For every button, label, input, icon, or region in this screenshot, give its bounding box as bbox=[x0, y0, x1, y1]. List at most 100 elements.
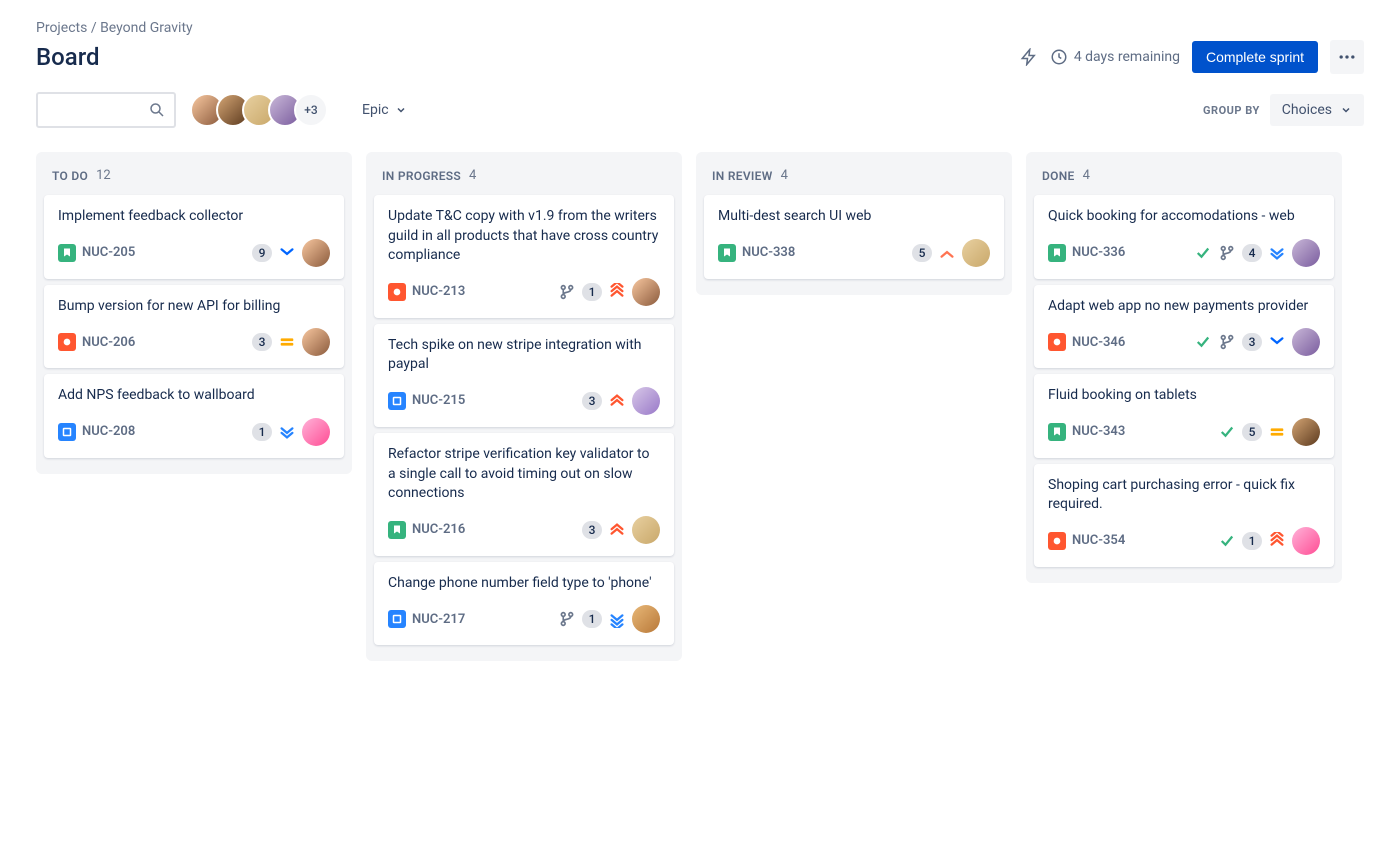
issue-card[interactable]: Refactor stripe verification key validat… bbox=[374, 433, 674, 556]
estimate-badge: 9 bbox=[252, 244, 272, 262]
assignee-avatar[interactable] bbox=[632, 278, 660, 306]
card-title: Multi-dest search UI web bbox=[718, 207, 990, 227]
issue-card[interactable]: Multi-dest search UI web NUC-338 5 bbox=[704, 195, 1004, 279]
issue-type-icon bbox=[388, 392, 406, 410]
column-count: 12 bbox=[96, 168, 111, 183]
issue-key: NUC-208 bbox=[82, 424, 135, 439]
issue-type-icon bbox=[1048, 333, 1066, 351]
priority-icon bbox=[1268, 423, 1286, 441]
card-title: Tech spike on new stripe integration wit… bbox=[388, 336, 660, 375]
assignee-avatar[interactable] bbox=[632, 387, 660, 415]
assignee-avatar[interactable] bbox=[1292, 527, 1320, 555]
issue-card[interactable]: Shoping cart purchasing error - quick fi… bbox=[1034, 464, 1334, 567]
column-count: 4 bbox=[469, 168, 476, 183]
assignee-avatar[interactable] bbox=[1292, 328, 1320, 356]
board-column: IN PROGRESS 4 Update T&C copy with v1.9 f… bbox=[366, 152, 682, 661]
search-input[interactable] bbox=[36, 92, 176, 128]
issue-type-icon bbox=[1048, 532, 1066, 550]
column-title: IN REVIEW bbox=[712, 169, 773, 183]
priority-icon bbox=[1268, 532, 1286, 550]
estimate-badge: 4 bbox=[1242, 244, 1262, 262]
issue-card[interactable]: Tech spike on new stripe integration wit… bbox=[374, 324, 674, 427]
assignee-avatar[interactable] bbox=[632, 605, 660, 633]
automation-icon[interactable] bbox=[1020, 48, 1038, 66]
card-title: Add NPS feedback to wallboard bbox=[58, 386, 330, 406]
issue-type-icon bbox=[718, 244, 736, 262]
issue-type-icon bbox=[58, 333, 76, 351]
issue-type-icon bbox=[388, 521, 406, 539]
issue-card[interactable]: Adapt web app no new payments provider N… bbox=[1034, 285, 1334, 369]
column-title: DONE bbox=[1042, 169, 1075, 183]
estimate-badge: 1 bbox=[582, 283, 602, 301]
card-title: Implement feedback collector bbox=[58, 207, 330, 227]
issue-card[interactable]: Implement feedback collector NUC-205 9 bbox=[44, 195, 344, 279]
group-by-dropdown[interactable]: Choices bbox=[1270, 94, 1364, 126]
breadcrumb-project[interactable]: Beyond Gravity bbox=[100, 20, 193, 36]
column-count: 4 bbox=[781, 168, 788, 183]
board-column: IN REVIEW 4 Multi-dest search UI web NUC-… bbox=[696, 152, 1012, 295]
done-check-icon bbox=[1194, 333, 1212, 351]
estimate-badge: 1 bbox=[582, 610, 602, 628]
priority-icon bbox=[1268, 333, 1286, 351]
issue-key: NUC-205 bbox=[82, 245, 135, 260]
issue-key: NUC-213 bbox=[412, 284, 465, 299]
priority-icon bbox=[278, 333, 296, 351]
done-check-icon bbox=[1218, 532, 1236, 550]
issue-type-icon bbox=[388, 610, 406, 628]
breadcrumb-projects[interactable]: Projects bbox=[36, 20, 87, 36]
column-title: TO DO bbox=[52, 169, 88, 183]
avatar-overflow[interactable]: +3 bbox=[294, 93, 328, 127]
column-title: IN PROGRESS bbox=[382, 169, 461, 183]
page-title: Board bbox=[36, 43, 100, 71]
board-column: DONE 4 Quick booking for accomodations - … bbox=[1026, 152, 1342, 583]
estimate-badge: 3 bbox=[582, 521, 602, 539]
issue-key: NUC-343 bbox=[1072, 424, 1125, 439]
estimate-badge: 5 bbox=[912, 244, 932, 262]
assignee-filter[interactable]: +3 bbox=[190, 93, 328, 127]
priority-icon bbox=[938, 244, 956, 262]
issue-key: NUC-217 bbox=[412, 612, 465, 627]
card-title: Refactor stripe verification key validat… bbox=[388, 445, 660, 504]
board-column: TO DO 12 Implement feedback collector NUC… bbox=[36, 152, 352, 474]
assignee-avatar[interactable] bbox=[1292, 239, 1320, 267]
estimate-badge: 3 bbox=[582, 392, 602, 410]
card-title: Update T&C copy with v1.9 from the write… bbox=[388, 207, 660, 266]
card-title: Change phone number field type to 'phone… bbox=[388, 574, 660, 594]
priority-icon bbox=[1268, 244, 1286, 262]
assignee-avatar[interactable] bbox=[962, 239, 990, 267]
issue-card[interactable]: Add NPS feedback to wallboard NUC-208 1 bbox=[44, 374, 344, 458]
assignee-avatar[interactable] bbox=[632, 516, 660, 544]
issue-card[interactable]: Change phone number field type to 'phone… bbox=[374, 562, 674, 646]
assignee-avatar[interactable] bbox=[302, 239, 330, 267]
epic-filter[interactable]: Epic bbox=[362, 102, 407, 118]
issue-card[interactable]: Update T&C copy with v1.9 from the write… bbox=[374, 195, 674, 318]
issue-card[interactable]: Quick booking for accomodations - web NU… bbox=[1034, 195, 1334, 279]
branch-icon bbox=[558, 283, 576, 301]
breadcrumb: Projects / Beyond Gravity bbox=[36, 20, 1364, 36]
priority-icon bbox=[608, 521, 626, 539]
issue-type-icon bbox=[1048, 423, 1066, 441]
assignee-avatar[interactable] bbox=[1292, 418, 1320, 446]
column-count: 4 bbox=[1083, 168, 1090, 183]
priority-icon bbox=[278, 423, 296, 441]
issue-type-icon bbox=[1048, 244, 1066, 262]
assignee-avatar[interactable] bbox=[302, 418, 330, 446]
clock-icon bbox=[1050, 48, 1068, 66]
issue-key: NUC-338 bbox=[742, 245, 795, 260]
assignee-avatar[interactable] bbox=[302, 328, 330, 356]
card-title: Adapt web app no new payments provider bbox=[1048, 297, 1320, 317]
time-remaining: 4 days remaining bbox=[1050, 48, 1180, 66]
more-actions-button[interactable] bbox=[1330, 40, 1364, 74]
chevron-down-icon bbox=[1340, 104, 1352, 116]
chevron-down-icon bbox=[395, 104, 407, 116]
card-title: Shoping cart purchasing error - quick fi… bbox=[1048, 476, 1320, 515]
priority-icon bbox=[608, 283, 626, 301]
issue-key: NUC-336 bbox=[1072, 245, 1125, 260]
issue-type-icon bbox=[388, 283, 406, 301]
issue-key: NUC-215 bbox=[412, 393, 465, 408]
issue-key: NUC-346 bbox=[1072, 335, 1125, 350]
branch-icon bbox=[1218, 333, 1236, 351]
complete-sprint-button[interactable]: Complete sprint bbox=[1192, 41, 1318, 73]
issue-card[interactable]: Fluid booking on tablets NUC-343 5 bbox=[1034, 374, 1334, 458]
issue-card[interactable]: Bump version for new API for billing NUC… bbox=[44, 285, 344, 369]
